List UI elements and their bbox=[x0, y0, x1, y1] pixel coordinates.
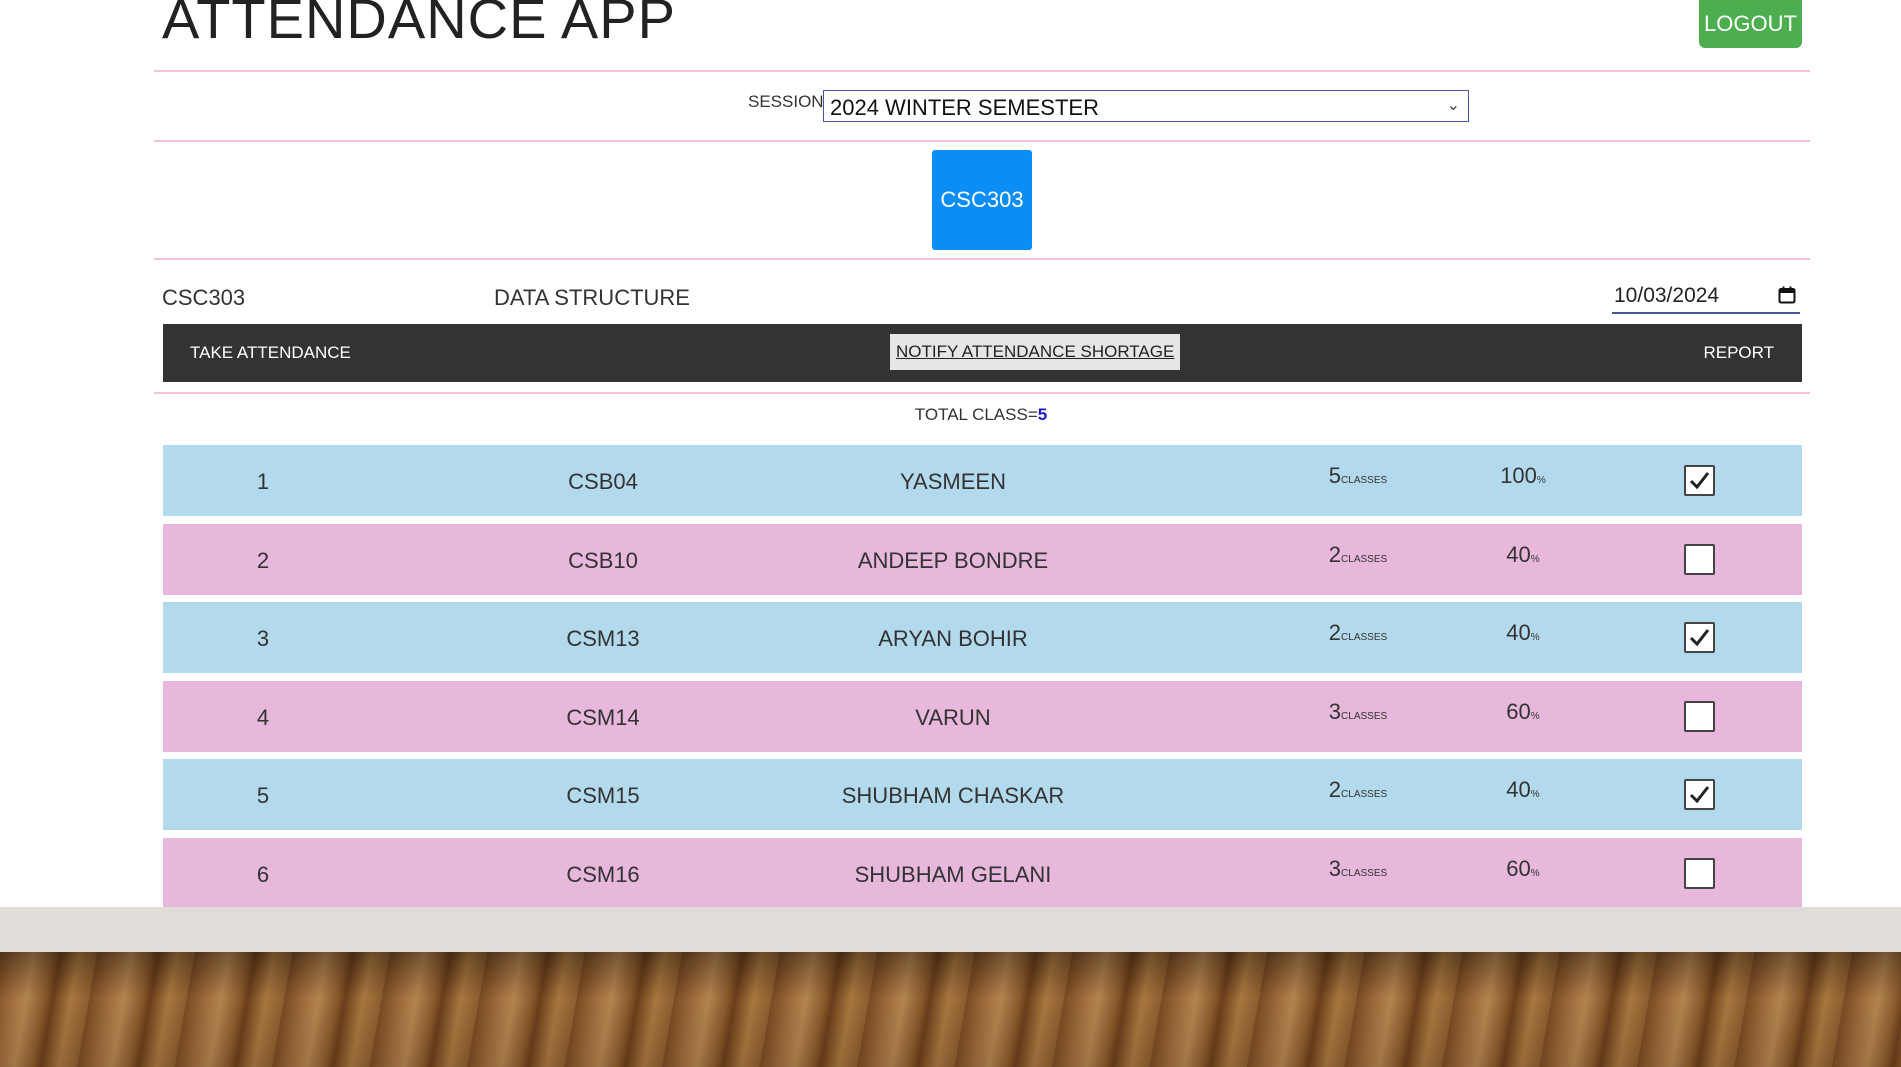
student-name: VARUN bbox=[915, 704, 991, 730]
attendance-percent: 60% bbox=[1483, 832, 1563, 908]
percent-unit: % bbox=[1530, 710, 1540, 722]
attendance-percent: 60% bbox=[1483, 675, 1563, 753]
wooden-floor bbox=[0, 952, 1901, 1067]
course-code: CSC303 bbox=[162, 285, 246, 310]
classes-attended: 3CLASSES bbox=[1308, 832, 1408, 908]
divider bbox=[154, 258, 1810, 260]
percent-unit: % bbox=[1530, 632, 1540, 643]
notify-shortage-button[interactable]: NOTIFY ATTENDANCE SHORTAGE bbox=[890, 334, 1181, 370]
checkmark-icon bbox=[1689, 786, 1710, 804]
divider bbox=[154, 392, 1810, 394]
classes-count: 3 bbox=[1328, 855, 1342, 881]
percent-unit: % bbox=[1530, 553, 1540, 565]
total-classes: TOTAL CLASS=5 bbox=[0, 405, 1901, 425]
classes-attended: 5CLASSES bbox=[1308, 439, 1408, 517]
date-value: 10/03/2024 bbox=[1614, 284, 1720, 307]
date-input[interactable]: 10/03/2024 bbox=[1612, 280, 1800, 314]
row-index: 2 bbox=[256, 547, 270, 573]
session-label: SESSION bbox=[748, 92, 824, 111]
classes-unit: CLASSES bbox=[1341, 475, 1388, 486]
report-button[interactable]: REPORT bbox=[1703, 324, 1774, 382]
percent-value: 40 bbox=[1506, 777, 1531, 802]
stage-backdrop bbox=[0, 907, 1901, 952]
classes-count: 3 bbox=[1328, 698, 1342, 724]
student-name: YASMEEN bbox=[900, 469, 1006, 494]
classes-unit: CLASSES bbox=[1341, 632, 1388, 643]
classes-count: 2 bbox=[1328, 777, 1342, 802]
row-index: 6 bbox=[256, 861, 270, 887]
percent-unit: % bbox=[1536, 475, 1546, 486]
checkmark-icon bbox=[1689, 472, 1710, 490]
classes-unit: CLASSES bbox=[1341, 867, 1388, 879]
student-row: 3 CSM13 ARYAN BOHIR 2CLASSES 40% bbox=[163, 602, 1802, 673]
attendance-percent: 40% bbox=[1483, 518, 1563, 596]
student-name: SHUBHAM GELANI bbox=[854, 861, 1052, 887]
course-name: DATA STRUCTURE bbox=[494, 285, 690, 310]
student-row: 6 CSM16 SHUBHAM GELANI 3CLASSES 60% bbox=[163, 837, 1802, 907]
row-index: 1 bbox=[256, 469, 270, 494]
calendar-icon[interactable] bbox=[1778, 286, 1796, 304]
roll-number: CSM13 bbox=[566, 626, 640, 651]
attendance-percent: 100% bbox=[1483, 439, 1563, 517]
present-checkbox[interactable] bbox=[1684, 779, 1715, 810]
present-checkbox[interactable] bbox=[1684, 465, 1715, 496]
attendance-percent: 40% bbox=[1483, 753, 1563, 831]
classes-attended: 2CLASSES bbox=[1308, 596, 1408, 674]
total-classes-label: TOTAL CLASS= bbox=[914, 405, 1038, 424]
present-checkbox[interactable] bbox=[1684, 543, 1715, 575]
action-toolbar: TAKE ATTENDANCE NOTIFY ATTENDANCE SHORTA… bbox=[163, 324, 1802, 382]
classes-unit: CLASSES bbox=[1341, 710, 1388, 722]
student-row: 1 CSB04 YASMEEN 5CLASSES 100% bbox=[163, 445, 1802, 516]
row-index: 3 bbox=[256, 626, 270, 651]
divider bbox=[154, 140, 1810, 142]
attendance-app: ATTENDANCE APP LOGOUT SESSION 2024 WINTE… bbox=[0, 0, 1901, 907]
student-row: 2 CSB10 ANDEEP BONDRE 2CLASSES 40% bbox=[163, 523, 1802, 595]
divider bbox=[154, 70, 1810, 72]
classes-attended: 2CLASSES bbox=[1308, 753, 1408, 831]
roll-number: CSM16 bbox=[566, 861, 640, 887]
classes-attended: 2CLASSES bbox=[1308, 518, 1408, 596]
classes-attended: 3CLASSES bbox=[1308, 675, 1408, 753]
checkmark-icon bbox=[1689, 629, 1710, 647]
percent-unit: % bbox=[1530, 789, 1540, 800]
student-row: 4 CSM14 VARUN 3CLASSES 60% bbox=[163, 680, 1802, 752]
chevron-down-icon: ⌄ bbox=[1446, 97, 1460, 114]
student-row: 5 CSM15 SHUBHAM CHASKAR 2CLASSES 40% bbox=[163, 759, 1802, 830]
take-attendance-button[interactable]: TAKE ATTENDANCE bbox=[190, 324, 351, 382]
app-title: ATTENDANCE APP bbox=[162, 0, 676, 50]
classes-unit: CLASSES bbox=[1341, 553, 1388, 565]
classes-count: 5 bbox=[1328, 463, 1342, 488]
percent-unit: % bbox=[1530, 867, 1540, 879]
row-index: 4 bbox=[256, 704, 270, 730]
slide: ATTENDANCE APP LOGOUT SESSION 2024 WINTE… bbox=[0, 0, 1901, 1067]
percent-value: 40 bbox=[1506, 541, 1531, 567]
percent-value: 60 bbox=[1506, 855, 1531, 881]
session-select[interactable]: 2024 WINTER SEMESTER ⌄ bbox=[823, 90, 1469, 122]
percent-value: 100 bbox=[1500, 463, 1537, 488]
student-name: SHUBHAM CHASKAR bbox=[841, 783, 1065, 808]
roll-number: CSM14 bbox=[566, 704, 640, 730]
classes-unit: CLASSES bbox=[1341, 789, 1388, 800]
course-tile-csc303[interactable]: CSC303 bbox=[932, 150, 1032, 250]
percent-value: 60 bbox=[1506, 698, 1531, 724]
logout-button[interactable]: LOGOUT bbox=[1699, 0, 1802, 48]
roll-number: CSB10 bbox=[568, 547, 638, 573]
present-checkbox[interactable] bbox=[1684, 857, 1715, 889]
student-name: ARYAN BOHIR bbox=[878, 626, 1028, 651]
student-name: ANDEEP BONDRE bbox=[857, 547, 1049, 573]
present-checkbox[interactable] bbox=[1684, 622, 1715, 653]
classes-count: 2 bbox=[1328, 620, 1342, 645]
student-list: 1 CSB04 YASMEEN 5CLASSES 100% 2 CSB10 ANDEEP BO… bbox=[163, 445, 1802, 907]
session-selected-value: 2024 WINTER SEMESTER bbox=[830, 95, 1099, 120]
percent-value: 40 bbox=[1506, 620, 1531, 645]
attendance-percent: 40% bbox=[1483, 596, 1563, 674]
total-classes-value: 5 bbox=[1037, 405, 1048, 424]
present-checkbox[interactable] bbox=[1684, 700, 1715, 732]
roll-number: CSM15 bbox=[566, 783, 640, 808]
row-index: 5 bbox=[256, 783, 270, 808]
classes-count: 2 bbox=[1328, 541, 1342, 567]
roll-number: CSB04 bbox=[568, 469, 638, 494]
